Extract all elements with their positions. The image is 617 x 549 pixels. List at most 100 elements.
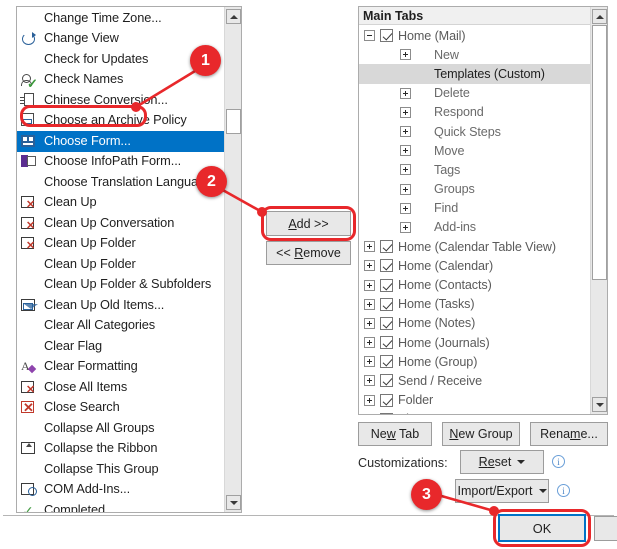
expand-icon[interactable] [364, 375, 375, 387]
info-icon[interactable]: i [552, 455, 565, 468]
command-list-item[interactable]: ✕ Clean Up Conversation [17, 213, 241, 234]
no-icon [20, 256, 40, 273]
expand-icon[interactable] [400, 202, 411, 214]
tree-item[interactable]: Respond [359, 103, 590, 122]
tree-item[interactable]: Home (Notes) [359, 314, 590, 333]
commands-list-panel[interactable]: Change Time Zone... Change View Check for … [16, 6, 242, 513]
rename-button[interactable]: Rename... [530, 422, 608, 446]
command-list-item[interactable]: Choose an Archive Policy [17, 111, 241, 132]
collapse-icon[interactable] [364, 30, 375, 42]
tree-item[interactable]: Groups [359, 180, 590, 199]
tree-scroll-down-button[interactable] [592, 397, 607, 412]
tree-item-checkbox[interactable] [380, 374, 393, 388]
tree-item-checkbox[interactable] [380, 297, 393, 311]
command-list-item[interactable]: Chinese Conversion... [17, 90, 241, 111]
reset-accel-r: R [478, 455, 488, 469]
close-search-icon: ✕ [21, 400, 34, 416]
rename-label: e... [580, 427, 598, 441]
tree-scrollbar-thumb[interactable] [592, 25, 607, 280]
tree-scrollbar[interactable] [590, 7, 607, 414]
command-list-item[interactable]: ✕ Clean Up Folder [17, 234, 241, 255]
tree-item[interactable]: Home (Journals) [359, 333, 590, 352]
expand-icon[interactable] [364, 279, 375, 291]
archive-policy-icon [20, 112, 40, 129]
ok-button[interactable]: OK [498, 514, 586, 542]
tree-item[interactable]: Home (Tasks) [359, 295, 590, 314]
tree-item[interactable]: Send / Receive [359, 371, 590, 390]
scroll-down-button[interactable] [226, 495, 241, 510]
command-list-item[interactable]: COM Add-Ins... [17, 480, 241, 501]
expand-icon[interactable] [400, 145, 411, 157]
scroll-up-button[interactable] [226, 9, 241, 24]
command-list-item[interactable]: Clear Flag [17, 336, 241, 357]
tree-item[interactable]: Move [359, 141, 590, 160]
tree-item[interactable]: Add-ins [359, 218, 590, 237]
expand-icon[interactable] [400, 221, 411, 233]
tree-item-checkbox[interactable] [380, 336, 393, 350]
tree-item-checkbox[interactable] [380, 355, 393, 369]
command-list-item[interactable]: A Clear Formatting [17, 357, 241, 378]
new-tab-button[interactable]: New Tab [358, 422, 432, 446]
add-button[interactable]: Add >> [266, 211, 351, 236]
tree-item[interactable]: Home (Mail) [359, 26, 590, 45]
tree-item[interactable]: Folder [359, 391, 590, 410]
command-list-item[interactable]: Change Time Zone... [17, 8, 241, 29]
command-list-item[interactable]: Clean Up Old Items... [17, 295, 241, 316]
tree-item[interactable]: Quick Steps [359, 122, 590, 141]
expand-icon[interactable] [400, 126, 411, 138]
expand-icon[interactable] [400, 106, 411, 118]
command-list-item[interactable]: ✕ Close All Items [17, 377, 241, 398]
clean-up-icon: ✕ [20, 215, 40, 232]
command-list-item[interactable]: Clean Up Folder [17, 254, 241, 275]
tree-item-checkbox[interactable] [380, 412, 393, 414]
tree-item[interactable]: Home (Calendar Table View) [359, 237, 590, 256]
command-list-item[interactable]: Choose Form... [17, 131, 241, 152]
command-list-item[interactable]: Clear All Categories [17, 316, 241, 337]
tree-item[interactable]: Home (Group) [359, 352, 590, 371]
tree-item-label: Send / Receive [398, 373, 483, 388]
tree-scroll-up-button[interactable] [592, 9, 607, 24]
command-list-item[interactable]: ✕ Close Search [17, 398, 241, 419]
tree-item[interactable]: Home (Calendar) [359, 256, 590, 275]
tree-item[interactable]: Find [359, 199, 590, 218]
tree-item-checkbox[interactable] [380, 240, 393, 254]
import-export-dropdown-button[interactable]: Import/Export [455, 479, 549, 503]
tree-item-checkbox[interactable] [380, 259, 393, 273]
expand-icon[interactable] [364, 260, 375, 272]
expand-icon[interactable] [364, 317, 375, 329]
expand-icon[interactable] [400, 87, 411, 99]
command-list-item[interactable]: Collapse the Ribbon [17, 439, 241, 460]
expand-icon[interactable] [400, 164, 411, 176]
main-tabs-panel[interactable]: Main Tabs Home (Mail) New Templates (Custo… [358, 6, 608, 415]
cancel-button[interactable]: Cancel [594, 516, 617, 541]
command-list-item[interactable]: Collapse All Groups [17, 418, 241, 439]
expand-icon[interactable] [364, 413, 375, 414]
tree-item[interactable]: Tags [359, 160, 590, 179]
remove-button[interactable]: << Remove [266, 241, 351, 265]
command-list-item[interactable]: Collapse This Group [17, 459, 241, 480]
tree-item-checkbox[interactable] [380, 316, 393, 330]
expand-icon[interactable] [364, 298, 375, 310]
tree-item[interactable]: Home (Contacts) [359, 275, 590, 294]
tree-item[interactable]: Delete [359, 84, 590, 103]
expand-icon[interactable] [364, 337, 375, 349]
expand-icon[interactable] [364, 356, 375, 368]
callout-badge-3: 3 [411, 479, 442, 510]
expand-icon[interactable] [400, 183, 411, 195]
expand-icon[interactable] [400, 49, 411, 61]
scrollbar-thumb[interactable] [226, 109, 241, 134]
new-group-button[interactable]: New Group [442, 422, 520, 446]
tree-item-checkbox[interactable] [380, 29, 393, 43]
tree-item[interactable]: Templates (Custom) [359, 64, 590, 84]
tree-item[interactable]: New [359, 45, 590, 64]
tree-item-checkbox[interactable] [380, 393, 393, 407]
reset-dropdown-button[interactable]: Reset [460, 450, 544, 474]
command-list-item[interactable]: ✓ Completed [17, 500, 241, 512]
expand-icon[interactable] [364, 394, 375, 406]
commands-list-scrollbar[interactable] [224, 7, 241, 512]
tree-item-checkbox[interactable] [380, 278, 393, 292]
expand-icon[interactable] [364, 241, 375, 253]
info-icon[interactable]: i [557, 484, 570, 497]
tree-item[interactable]: View [359, 410, 590, 414]
command-list-item[interactable]: Clean Up Folder & Subfolders [17, 275, 241, 296]
